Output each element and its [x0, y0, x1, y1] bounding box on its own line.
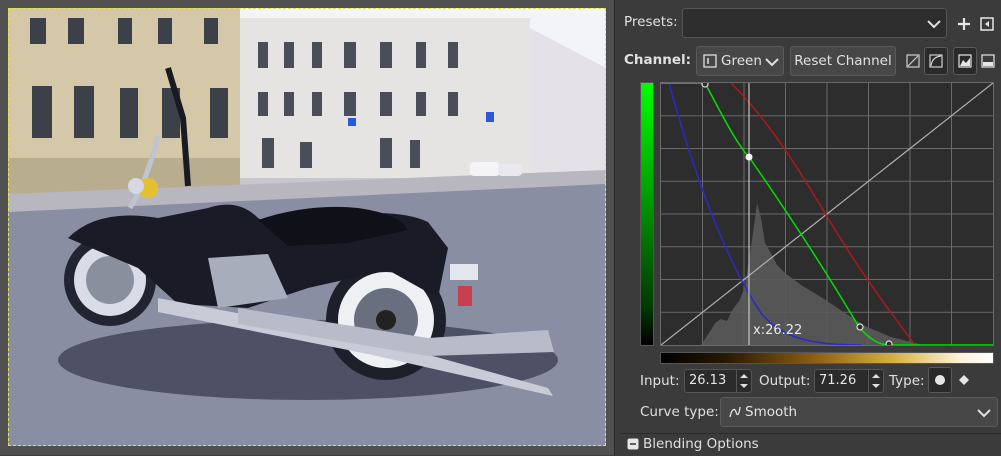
chevron-down-icon — [927, 20, 941, 29]
spin-arrows[interactable] — [868, 370, 883, 392]
log-histogram-icon[interactable] — [924, 47, 948, 75]
reset-channel-button[interactable]: Reset Channel — [790, 46, 896, 76]
curve-type-label: Curve type: — [640, 404, 719, 420]
chevron-down-icon — [765, 58, 779, 67]
freehand-icon[interactable] — [976, 47, 1000, 75]
output-value: 71.26 — [819, 373, 857, 388]
output-label: Output: — [759, 373, 811, 389]
smooth-point-icon[interactable] — [928, 367, 952, 393]
output-spinbox[interactable]: 71.26 — [814, 369, 884, 393]
smooth-curve-icon[interactable] — [953, 47, 977, 75]
chevron-down-icon — [977, 409, 991, 418]
photo-motorcycle — [8, 8, 606, 446]
input-spinbox[interactable]: 26.13 — [684, 369, 752, 393]
channel-combo[interactable]: Green — [696, 46, 784, 76]
cursor-readout: x:26.22 — [753, 323, 803, 338]
input-label: Input: — [640, 373, 680, 389]
curve-type-value: Smooth — [745, 404, 798, 420]
add-preset-icon[interactable] — [952, 10, 976, 38]
presets-label: Presets: — [624, 14, 678, 30]
spin-arrows[interactable] — [736, 370, 751, 392]
channel-label: Channel: — [624, 52, 692, 68]
smooth-curve-type-icon — [729, 406, 741, 418]
linear-histogram-icon[interactable] — [901, 47, 925, 75]
curve-editor[interactable]: x:26.22 — [660, 82, 994, 346]
presets-combo[interactable] — [682, 8, 947, 38]
image-canvas[interactable] — [0, 0, 614, 455]
preset-menu-icon[interactable] — [975, 10, 999, 38]
input-value: 26.13 — [689, 373, 727, 388]
channel-value: Green — [721, 53, 762, 69]
blending-options-expander[interactable]: Blending Options — [620, 433, 1001, 456]
corner-point-icon[interactable] — [952, 367, 976, 393]
output-gradient-bar — [640, 82, 654, 346]
input-gradient-bar — [660, 352, 994, 364]
histogram — [701, 203, 923, 345]
collapse-icon — [627, 438, 639, 450]
channel-icon — [703, 54, 717, 68]
curve-type-combo[interactable]: Smooth — [720, 397, 998, 427]
blending-options-label: Blending Options — [643, 436, 759, 452]
type-label: Type: — [889, 373, 925, 389]
